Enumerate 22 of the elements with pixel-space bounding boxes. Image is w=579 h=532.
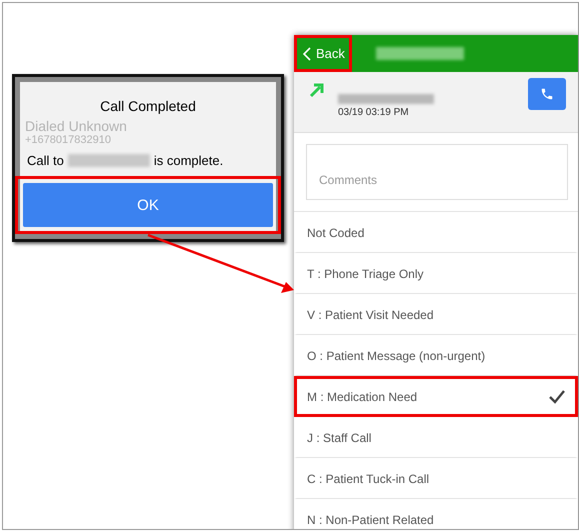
back-button[interactable]: Back [294, 35, 352, 72]
dialog-message: is complete. [154, 153, 224, 168]
arrow-up-right-icon [308, 82, 324, 98]
background-text: +1678017832910 [25, 134, 111, 147]
dialog-title: Call Completed [100, 97, 196, 114]
list-item[interactable]: T : Phone Triage Only [294, 253, 578, 294]
call-button[interactable] [528, 78, 566, 110]
background-text: Dialed Unknown [25, 118, 127, 134]
ok-button[interactable]: OK [23, 183, 273, 227]
list-item[interactable]: V : Patient Visit Needed [294, 294, 578, 335]
list-item[interactable]: J : Staff Call [294, 417, 578, 458]
list-item[interactable]: M : Medication Need [294, 376, 578, 417]
comments-field[interactable]: Comments [306, 144, 568, 200]
dialog-message: Call to [27, 153, 64, 168]
chevron-left-icon [303, 46, 311, 60]
list-item[interactable]: O : Patient Message (non-urgent) [294, 335, 578, 376]
call-time: 03/19 03:19 PM [338, 107, 410, 118]
list-item[interactable]: N : Non-Patient Related [294, 499, 578, 529]
list-item[interactable]: Not Coded [294, 212, 578, 253]
phone-icon [540, 87, 554, 101]
list-item[interactable]: C : Patient Tuck-in Call [294, 458, 578, 499]
checkmark-icon [549, 390, 565, 404]
